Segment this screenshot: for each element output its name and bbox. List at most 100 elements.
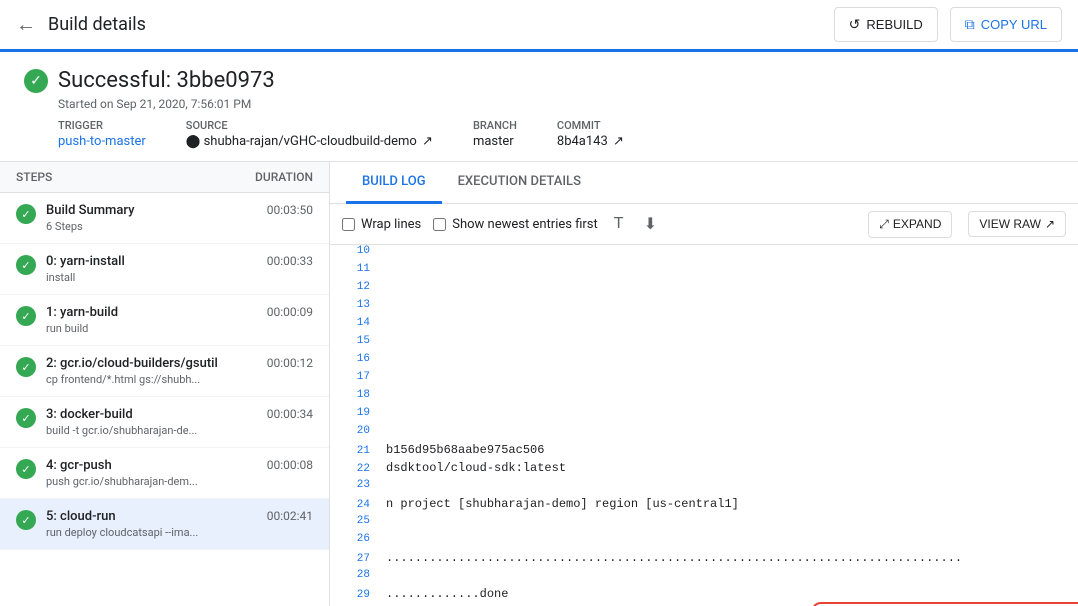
- log-line: 25: [330, 515, 1078, 533]
- wrap-lines-label: Wrap lines: [361, 217, 421, 232]
- build-header: ✓ Successful: 3bbe0973 Started on Sep 21…: [0, 52, 1078, 162]
- step-item[interactable]: ✓4: gcr-pushpush gcr.io/shubharajan-dem.…: [0, 448, 329, 499]
- line-number[interactable]: 11: [338, 263, 370, 275]
- log-line: 11: [330, 263, 1078, 281]
- show-newest-checkbox-label[interactable]: Show newest entries first: [433, 217, 598, 232]
- steps-label: Steps: [16, 170, 52, 184]
- log-line: 17: [330, 371, 1078, 389]
- back-button[interactable]: ←: [16, 12, 36, 37]
- line-number[interactable]: 12: [338, 281, 370, 293]
- log-line: 16: [330, 353, 1078, 371]
- line-text: ........................................…: [386, 551, 1070, 565]
- rebuild-button[interactable]: ↺ REBUILD: [834, 7, 938, 42]
- step-name: 1: yarn-build: [46, 305, 257, 320]
- steps-list: ✓Build Summary6 Steps00:03:50✓0: yarn-in…: [0, 193, 329, 550]
- step-success-icon: ✓: [16, 357, 36, 377]
- step-item[interactable]: ✓1: yarn-buildrun build00:00:09: [0, 295, 329, 346]
- log-line: 22 dsdktool/cloud-sdk:latest: [330, 461, 1078, 479]
- line-number[interactable]: 14: [338, 317, 370, 329]
- font-size-button[interactable]: T: [610, 211, 628, 237]
- line-number[interactable]: 18: [338, 389, 370, 401]
- show-newest-checkbox[interactable]: [433, 218, 446, 231]
- step-duration: 00:00:12: [267, 356, 313, 370]
- step-subtitle: run build: [46, 322, 257, 335]
- step-subtitle: 6 Steps: [46, 220, 257, 233]
- step-name: 5: cloud-run: [46, 509, 257, 524]
- success-icon: ✓: [24, 69, 48, 93]
- line-number[interactable]: 25: [338, 515, 370, 527]
- tab-execution-details[interactable]: EXECUTION DETAILS: [442, 162, 597, 204]
- view-raw-external-icon: ↗: [1045, 217, 1055, 231]
- step-name: 4: gcr-push: [46, 458, 257, 473]
- line-number[interactable]: 10: [338, 245, 370, 257]
- body-split: Steps Duration ✓Build Summary6 Steps00:0…: [0, 162, 1078, 606]
- meta-source: Source ⬤ shubha-rajan/vGHC-cloudbuild-de…: [186, 119, 433, 149]
- log-line: 28: [330, 569, 1078, 587]
- toolbar-right: ⤢ EXPAND VIEW RAW ↗: [868, 211, 1066, 238]
- line-number[interactable]: 21: [338, 445, 370, 457]
- log-line: 14: [330, 317, 1078, 335]
- log-line: 10: [330, 245, 1078, 263]
- source-link[interactable]: ⬤ shubha-rajan/vGHC-cloudbuild-demo ↗: [186, 134, 433, 149]
- github-icon: ⬤: [186, 134, 204, 149]
- step-item[interactable]: ✓ 2: gcr.io/cloud-builders/gsutilcp front…: [0, 346, 329, 397]
- commit-external-icon: ↗: [613, 134, 624, 149]
- step-info: 5: cloud-runrun deploy cloudcatsapi --im…: [46, 509, 257, 539]
- step-duration: 00:03:50: [267, 203, 313, 217]
- step-subtitle: build -t gcr.io/shubharajan-de...: [46, 424, 257, 437]
- expand-button[interactable]: ⤢ EXPAND: [868, 211, 952, 238]
- log-toolbar: Wrap lines Show newest entries first T ⬇…: [330, 204, 1078, 245]
- expand-icon: ⤢: [879, 217, 889, 232]
- line-number[interactable]: 24: [338, 499, 370, 511]
- line-number[interactable]: 15: [338, 335, 370, 347]
- line-number[interactable]: 22: [338, 463, 370, 475]
- step-name: 0: yarn-install: [46, 254, 257, 269]
- external-link-icon: ↗: [422, 134, 433, 149]
- download-button[interactable]: ⬇: [640, 210, 661, 238]
- copy-url-button[interactable]: ⧉ COPY URL: [950, 7, 1062, 42]
- step-item[interactable]: ✓3: docker-buildbuild -t gcr.io/shubhara…: [0, 397, 329, 448]
- line-number[interactable]: 16: [338, 353, 370, 365]
- line-text: dsdktool/cloud-sdk:latest: [386, 461, 1070, 475]
- build-title-row: ✓ Successful: 3bbe0973: [24, 68, 1054, 93]
- line-number[interactable]: 19: [338, 407, 370, 419]
- log-line: 18: [330, 389, 1078, 407]
- step-item[interactable]: ✓ 5: cloud-runrun deploy cloudcatsapi --i…: [0, 499, 329, 550]
- log-content: 101112131415161718192021b156d95b68aabe97…: [330, 245, 1078, 606]
- log-line: 27......................................…: [330, 551, 1078, 569]
- line-text: .............done: [386, 587, 1070, 601]
- step-success-icon: ✓: [16, 306, 36, 326]
- log-panel: BUILD LOG EXECUTION DETAILS Wrap lines S…: [330, 162, 1078, 606]
- line-number[interactable]: 13: [338, 299, 370, 311]
- line-number[interactable]: 20: [338, 425, 370, 437]
- view-raw-button[interactable]: VIEW RAW ↗: [968, 211, 1066, 237]
- deployed-url[interactable]: https://cloudcatsapi-k3dzw45ylq-uc.a.run…: [811, 602, 1078, 606]
- commit-label: Commit: [557, 119, 624, 132]
- step-info: 4: gcr-pushpush gcr.io/shubharajan-dem..…: [46, 458, 257, 488]
- step-info: 3: docker-build build -t gcr.io/shubharaj…: [46, 407, 257, 437]
- line-number[interactable]: 29: [338, 589, 370, 601]
- build-started: Started on Sep 21, 2020, 7:56:01 PM: [58, 97, 1054, 111]
- step-success-icon: ✓: [16, 510, 36, 530]
- branch-value: master: [473, 134, 514, 149]
- step-info: 2: gcr.io/cloud-builders/gsutilcp fronte…: [46, 356, 257, 386]
- steps-header: Steps Duration: [0, 162, 329, 193]
- meta-commit: Commit 8b4a143 ↗: [557, 119, 624, 149]
- wrap-lines-checkbox[interactable]: [342, 218, 355, 231]
- log-line: 19: [330, 407, 1078, 425]
- tab-build-log[interactable]: BUILD LOG: [346, 162, 442, 204]
- commit-link[interactable]: 8b4a143 ↗: [557, 134, 624, 149]
- meta-branch: Branch master: [473, 119, 517, 149]
- trigger-link[interactable]: push-to-master: [58, 134, 146, 149]
- line-number[interactable]: 28: [338, 569, 370, 581]
- step-item[interactable]: ✓Build Summary6 Steps00:03:50: [0, 193, 329, 244]
- line-number[interactable]: 26: [338, 533, 370, 545]
- line-number[interactable]: 27: [338, 553, 370, 565]
- step-item[interactable]: ✓0: yarn-installinstall00:00:33: [0, 244, 329, 295]
- log-line: 24n project [shubharajan-demo] region [u…: [330, 497, 1078, 515]
- line-number[interactable]: 23: [338, 479, 370, 491]
- line-number[interactable]: 17: [338, 371, 370, 383]
- wrap-lines-checkbox-label[interactable]: Wrap lines: [342, 217, 421, 232]
- step-name: 3: docker-build: [46, 407, 257, 422]
- step-subtitle: install: [46, 271, 257, 284]
